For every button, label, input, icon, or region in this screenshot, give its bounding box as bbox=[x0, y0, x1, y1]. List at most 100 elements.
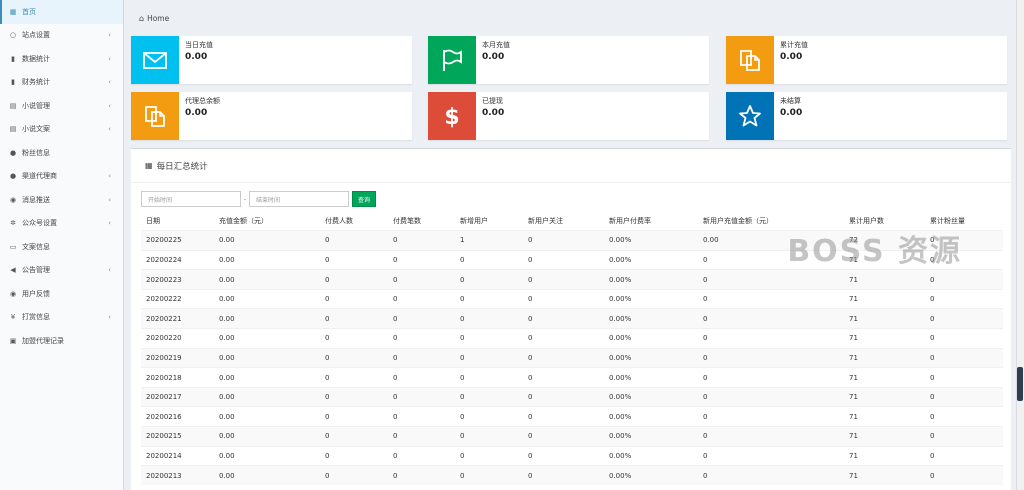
daily-summary-panel: ▦ 每日汇总统计 开始时间 - 结束时间 查询 日期 充值金额（元） 付费人数 付费笔… bbox=[131, 148, 1011, 490]
table-cell: 0 bbox=[925, 269, 1003, 290]
table-cell: 0 bbox=[320, 367, 388, 388]
circle-icon: ○ bbox=[9, 31, 17, 40]
sidebar-item[interactable]: ▤ 小说文案 ‹ bbox=[0, 118, 123, 142]
table-cell: 0 bbox=[925, 386, 1003, 407]
table-row: 20200219 0.00 0 0 0 0 0.00% 0 71 0 bbox=[141, 347, 1003, 368]
table-cell: 0.00 bbox=[214, 230, 320, 251]
main-content: ⌂ Home 当日充值 0.00 本月充值 0.00 累计充值 0.00 代理总余额 0.00… bbox=[125, 0, 1016, 490]
table-cell: 0 bbox=[388, 249, 455, 270]
stat-box-title: 本月充值 bbox=[482, 41, 510, 49]
table-cell: 0 bbox=[388, 386, 455, 407]
table-cell: 0.00 bbox=[214, 445, 320, 466]
table-cell: 71 bbox=[844, 269, 925, 290]
table-cell: 0 bbox=[320, 249, 388, 270]
sidebar-item[interactable]: ● 渠道代理商 ‹ bbox=[0, 165, 123, 189]
table-cell: 71 bbox=[844, 367, 925, 388]
table-cell: 0.00 bbox=[214, 386, 320, 407]
table-header-cell: 付费人数 bbox=[325, 216, 353, 225]
table-cell: 0 bbox=[925, 445, 1003, 466]
table-cell: 0 bbox=[455, 367, 523, 388]
table-cell: 0.00% bbox=[604, 406, 698, 427]
stat-box-value: 0.00 bbox=[482, 52, 505, 62]
scrollbar-thumb[interactable] bbox=[1017, 367, 1023, 401]
table-cell: 0.00% bbox=[604, 426, 698, 447]
table-cell: 0 bbox=[925, 406, 1003, 427]
table-cell: 0 bbox=[388, 269, 455, 290]
table-cell: 0.00 bbox=[214, 269, 320, 290]
flag-icon bbox=[428, 36, 476, 84]
table-row: 20200217 0.00 0 0 0 0 0.00% 0 71 0 bbox=[141, 386, 1003, 407]
table-row: 20200218 0.00 0 0 0 0 0.00% 0 71 0 bbox=[141, 367, 1003, 388]
table-cell: 20200216 bbox=[141, 406, 214, 427]
breadcrumb-home-link[interactable]: Home bbox=[147, 14, 169, 23]
sidebar: ▦ 首页 ○ 站点设置 ‹ ▮ 数据统计 ‹ ▮ 财务统计 ‹ ▤ 小说管理 ‹ ▤ 小说文案 ‹ ● 粉丝信息 ● 渠… bbox=[0, 0, 124, 490]
stat-box-title: 已提现 bbox=[482, 97, 503, 105]
sidebar-item[interactable]: ▤ 小说管理 ‹ bbox=[0, 94, 123, 118]
stat-box: $ 已提现 0.00 bbox=[428, 92, 709, 140]
table-header-cell: 新用户关注 bbox=[528, 216, 563, 225]
table-cell: 0 bbox=[523, 249, 604, 270]
calendar-icon: ▦ bbox=[145, 161, 153, 170]
table-cell: 0 bbox=[523, 386, 604, 407]
users-icon: ● bbox=[9, 148, 17, 157]
sidebar-item[interactable]: ● 粉丝信息 bbox=[0, 141, 123, 165]
sidebar-item[interactable]: ▭ 文案信息 bbox=[0, 235, 123, 259]
sidebar-item[interactable]: ◉ 消息推送 ‹ bbox=[0, 188, 123, 212]
table-cell: 0 bbox=[523, 367, 604, 388]
sidebar-item[interactable]: ✲ 公众号设置 ‹ bbox=[0, 212, 123, 236]
scrollbar[interactable] bbox=[1016, 0, 1024, 490]
table-cell: 0.00% bbox=[604, 269, 698, 290]
sidebar-item-label: 公众号设置 bbox=[22, 219, 57, 228]
stat-box-info: 本月充值 0.00 bbox=[476, 36, 516, 84]
sidebar-item[interactable]: ▣ 加盟代理记录 bbox=[0, 329, 123, 353]
table-cell: 0 bbox=[388, 367, 455, 388]
table-cell: 71 bbox=[844, 347, 925, 368]
chevron-left-icon: ‹ bbox=[108, 54, 111, 63]
sidebar-item-label: 站点设置 bbox=[22, 31, 50, 40]
watermark: BOSS 资源 bbox=[787, 234, 962, 269]
dashboard-icon: ▦ bbox=[9, 7, 17, 16]
chevron-left-icon: ‹ bbox=[108, 195, 111, 204]
chevron-left-icon: ‹ bbox=[108, 313, 111, 322]
table-header-cell: 日期 bbox=[146, 216, 160, 225]
table-cell: 0 bbox=[925, 288, 1003, 309]
sidebar-item-label: 粉丝信息 bbox=[22, 148, 50, 157]
table-cell: 0 bbox=[388, 406, 455, 427]
sidebar-item[interactable]: ¥ 打赏信息 ‹ bbox=[0, 306, 123, 330]
end-date-input[interactable]: 结束时间 bbox=[249, 191, 349, 207]
table-cell: 0 bbox=[320, 347, 388, 368]
table-cell: 0.00 bbox=[214, 426, 320, 447]
table-header-cell: 新用户付费率 bbox=[609, 216, 651, 225]
table-cell: 0 bbox=[388, 328, 455, 349]
table-cell: 0.00% bbox=[604, 308, 698, 329]
table-cell: 0 bbox=[523, 445, 604, 466]
table-cell: 0 bbox=[320, 406, 388, 427]
bar-chart-icon: ▮ bbox=[11, 78, 15, 87]
stat-box-value: 0.00 bbox=[780, 108, 803, 118]
sidebar-item-label: 用户反馈 bbox=[22, 289, 50, 298]
table-cell: 0 bbox=[320, 386, 388, 407]
stat-box: 代理总余额 0.00 bbox=[131, 92, 412, 140]
dollar-icon: $ bbox=[428, 92, 476, 140]
table-header-cell: 新增用户 bbox=[460, 216, 488, 225]
sidebar-item[interactable]: ◉ 用户反馈 bbox=[0, 282, 123, 306]
sidebar-item[interactable]: ○ 站点设置 ‹ bbox=[0, 24, 123, 48]
panel-header: ▦ 每日汇总统计 bbox=[131, 149, 1011, 183]
start-date-input[interactable]: 开始时间 bbox=[141, 191, 241, 207]
table-cell: 0 bbox=[523, 347, 604, 368]
yen-icon: ¥ bbox=[10, 313, 16, 322]
query-button[interactable]: 查询 bbox=[352, 191, 376, 207]
table-cell: 0 bbox=[925, 465, 1003, 486]
table-cell: 0 bbox=[523, 328, 604, 349]
sidebar-item[interactable]: ▮ 财务统计 ‹ bbox=[0, 71, 123, 95]
sidebar-item[interactable]: ▮ 数据统计 ‹ bbox=[0, 47, 123, 71]
sidebar-item[interactable]: ◀ 公告管理 ‹ bbox=[0, 259, 123, 283]
sidebar-item[interactable]: ▦ 首页 bbox=[0, 0, 123, 24]
table-cell: 0.00% bbox=[604, 445, 698, 466]
table-cell: 20200221 bbox=[141, 308, 214, 329]
sidebar-item-label: 首页 bbox=[22, 7, 36, 16]
table-cell: 0 bbox=[388, 465, 455, 486]
stat-box-title: 未结算 bbox=[780, 97, 801, 105]
table-cell: 71 bbox=[844, 386, 925, 407]
table-cell: 0 bbox=[698, 269, 844, 290]
